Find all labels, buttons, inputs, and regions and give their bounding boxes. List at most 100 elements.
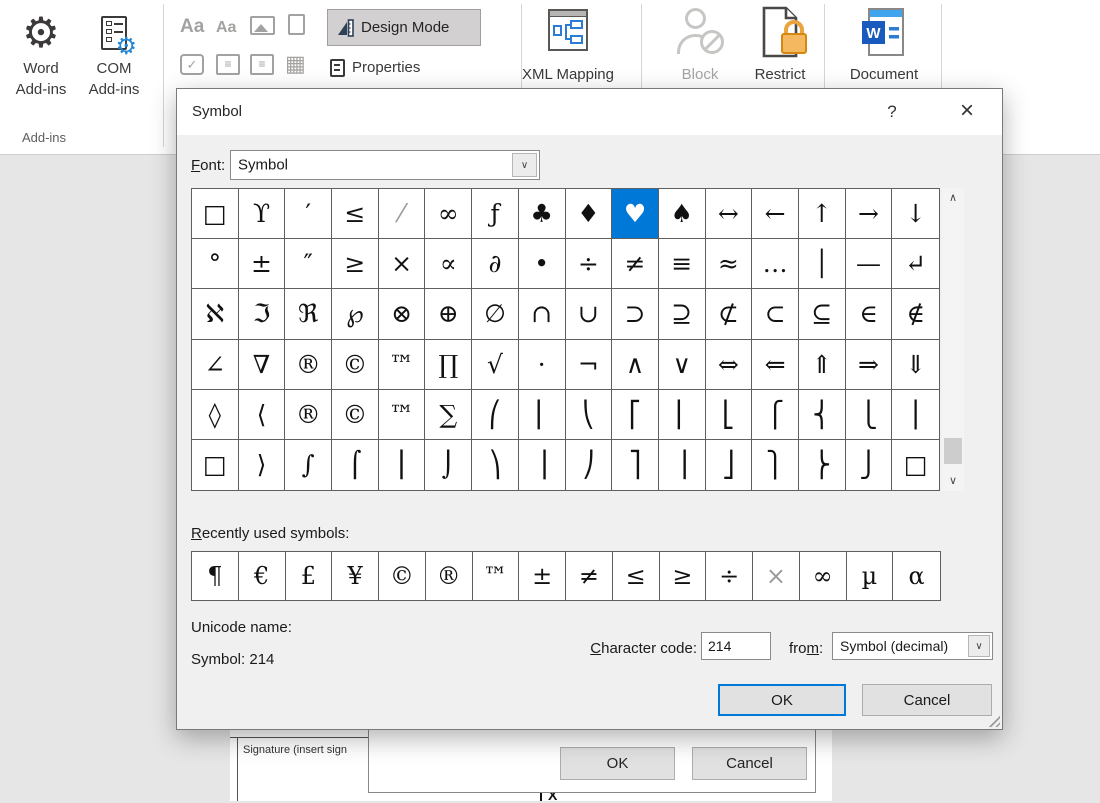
symbol-cell[interactable]: ⌠ xyxy=(332,440,379,490)
symbol-cell[interactable]: ⋅ xyxy=(519,340,566,390)
symbol-cell[interactable]: ⁄ xyxy=(379,189,426,239)
symbol-cell[interactable]: □ xyxy=(192,440,239,490)
symbol-cell[interactable]: ≈ xyxy=(706,239,753,289)
recent-symbol-cell[interactable]: £ xyxy=(286,552,333,600)
recent-symbol-cell[interactable]: × xyxy=(753,552,800,600)
symbol-cell[interactable]: ← xyxy=(752,189,799,239)
com-addins-button[interactable]: ⚙ COM Add-ins xyxy=(78,8,150,100)
symbol-cell[interactable]: ÷ xyxy=(566,239,613,289)
symbol-cell[interactable]: ↔ xyxy=(706,189,753,239)
word-addins-button[interactable]: ⚙ Word Add-ins xyxy=(6,8,76,100)
recent-symbol-cell[interactable]: ≥ xyxy=(660,552,707,600)
symbol-cell[interactable]: ⎠ xyxy=(566,440,613,490)
symbol-cell[interactable]: ′ xyxy=(285,189,332,239)
recent-symbol-cell[interactable]: ≠ xyxy=(566,552,613,600)
recent-symbol-cell[interactable]: ≤ xyxy=(613,552,660,600)
recent-symbol-cell[interactable]: α xyxy=(893,552,940,600)
recent-symbol-cell[interactable]: ∞ xyxy=(800,552,847,600)
symbol-cell[interactable]: ⊆ xyxy=(799,289,846,339)
symbol-cell[interactable]: ⊄ xyxy=(706,289,753,339)
recent-symbol-cell[interactable]: € xyxy=(239,552,286,600)
xml-mapping-icon[interactable] xyxy=(548,9,588,51)
symbol-cell[interactable]: ® xyxy=(285,340,332,390)
symbol-cell[interactable]: ∩ xyxy=(519,289,566,339)
recent-symbol-cell[interactable]: ¥ xyxy=(332,552,379,600)
symbol-cell[interactable]: ⎮ xyxy=(379,440,426,490)
symbol-cell[interactable]: ⊗ xyxy=(379,289,426,339)
symbol-cell[interactable]: • xyxy=(519,239,566,289)
symbol-cell[interactable]: ⊇ xyxy=(659,289,706,339)
symbol-cell[interactable]: ∉ xyxy=(892,289,939,339)
symbol-cell[interactable]: ™ xyxy=(379,390,426,440)
ok-button[interactable]: OK xyxy=(718,684,846,716)
symbol-cell[interactable]: ⎛ xyxy=(472,390,519,440)
grid-scrollbar[interactable]: ∧ ∨ xyxy=(942,188,964,491)
scroll-down-icon[interactable]: ∨ xyxy=(942,471,964,491)
symbol-cell[interactable]: ∝ xyxy=(425,239,472,289)
symbol-cell[interactable]: □ xyxy=(192,189,239,239)
symbol-cell[interactable]: ° xyxy=(192,239,239,289)
symbol-cell[interactable]: ⎦ xyxy=(706,440,753,490)
symbol-cell[interactable]: ◊ xyxy=(192,390,239,440)
symbol-cell[interactable]: ⌡ xyxy=(425,440,472,490)
symbol-cell[interactable]: ♠ xyxy=(659,189,706,239)
symbol-cell[interactable]: ™ xyxy=(379,340,426,390)
scroll-up-icon[interactable]: ∧ xyxy=(942,188,964,208)
design-mode-button[interactable]: Design Mode xyxy=(327,9,481,46)
restrict-editing-icon[interactable] xyxy=(752,5,808,61)
symbol-cell[interactable]: ≤ xyxy=(332,189,379,239)
recent-symbol-cell[interactable]: ¶ xyxy=(192,552,239,600)
recent-symbol-cell[interactable]: ® xyxy=(426,552,473,600)
dialog-titlebar[interactable]: Symbol ? × xyxy=(177,89,1002,135)
symbol-cell[interactable]: ≡ xyxy=(659,239,706,289)
symbol-cell[interactable]: ⎝ xyxy=(566,390,613,440)
symbol-cell[interactable]: ″ xyxy=(285,239,332,289)
symbol-cell[interactable]: ⎨ xyxy=(799,390,846,440)
symbol-cell[interactable]: ⎪ xyxy=(892,390,939,440)
symbol-cell[interactable]: ⎤ xyxy=(612,440,659,490)
symbol-cell[interactable]: × xyxy=(379,239,426,289)
dropdown-list-content-control-icon[interactable]: ≡ xyxy=(250,54,274,75)
plain-text-content-control-icon[interactable]: Aa xyxy=(216,19,236,37)
symbol-cell[interactable]: → xyxy=(846,189,893,239)
background-ok-button[interactable]: OK xyxy=(560,747,675,780)
chevron-down-icon[interactable]: ∨ xyxy=(968,635,990,657)
character-code-input[interactable] xyxy=(701,632,771,660)
symbol-cell[interactable]: ⎣ xyxy=(706,390,753,440)
symbol-cell[interactable]: □ xyxy=(892,440,939,490)
symbol-cell[interactable]: … xyxy=(752,239,799,289)
symbol-cell[interactable]: ⟩ xyxy=(239,440,286,490)
symbol-cell[interactable]: ϒ xyxy=(239,189,286,239)
xml-mapping-label[interactable]: XML Mapping xyxy=(516,66,620,83)
symbol-cell[interactable]: ⇔ xyxy=(706,340,753,390)
symbol-cell[interactable]: ∑ xyxy=(425,390,472,440)
symbol-cell[interactable]: ↓ xyxy=(892,189,939,239)
symbol-cell[interactable]: ⇐ xyxy=(752,340,799,390)
symbol-cell[interactable]: ∨ xyxy=(659,340,706,390)
symbol-cell[interactable]: ♣ xyxy=(519,189,566,239)
symbol-cell[interactable]: ⟨ xyxy=(239,390,286,440)
symbol-cell[interactable]: ⎬ xyxy=(799,440,846,490)
date-picker-content-control-icon[interactable]: ▦ xyxy=(285,52,306,77)
symbol-cell[interactable]: ∏ xyxy=(425,340,472,390)
symbol-cell[interactable]: ⇓ xyxy=(892,340,939,390)
combo-box-content-control-icon[interactable]: ≡ xyxy=(216,54,240,75)
rich-text-content-control-icon[interactable]: Aa xyxy=(180,16,204,38)
symbol-cell[interactable]: ⎜ xyxy=(519,390,566,440)
symbol-cell[interactable]: ® xyxy=(285,390,332,440)
symbol-cell[interactable]: ℜ xyxy=(285,289,332,339)
symbol-cell[interactable]: ∧ xyxy=(612,340,659,390)
picture-content-control-icon[interactable] xyxy=(250,16,275,35)
symbol-cell[interactable]: © xyxy=(332,390,379,440)
symbol-cell[interactable]: ⎥ xyxy=(659,440,706,490)
symbol-cell[interactable]: ∞ xyxy=(425,189,472,239)
recent-symbol-cell[interactable]: ™ xyxy=(473,552,520,600)
close-icon[interactable]: × xyxy=(953,97,981,125)
symbol-cell[interactable]: ⇒ xyxy=(846,340,893,390)
building-block-gallery-icon[interactable] xyxy=(288,14,305,35)
symbol-cell[interactable]: ⎢ xyxy=(659,390,706,440)
symbol-cell[interactable]: √ xyxy=(472,340,519,390)
scrollbar-thumb[interactable] xyxy=(944,438,962,464)
symbol-cell[interactable]: ℘ xyxy=(332,289,379,339)
symbol-cell[interactable]: ⇑ xyxy=(799,340,846,390)
